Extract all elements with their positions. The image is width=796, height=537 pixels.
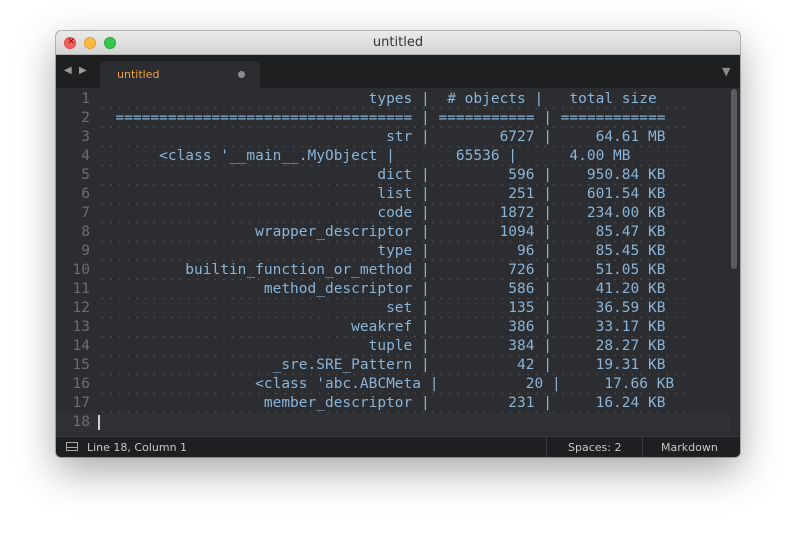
- code-line[interactable]: 12 set | 135 | 36.59 KB: [56, 299, 730, 318]
- tab-untitled[interactable]: untitled: [100, 61, 260, 88]
- line-number: 14: [72, 338, 90, 354]
- code-line[interactable]: 5 dict | 596 | 950.84 KB: [56, 166, 730, 185]
- line-number: 9: [81, 243, 90, 259]
- code-line[interactable]: 7 code | 1872 | 234.00 KB: [56, 204, 730, 223]
- line-number: 11: [72, 281, 90, 297]
- code-line[interactable]: 3 str | 6727 | 64.61 MB: [56, 128, 730, 147]
- line-number: 3: [81, 129, 90, 145]
- status-divider: [642, 437, 643, 457]
- line-text: code | 1872 | 234.00 KB: [98, 205, 666, 221]
- line-text: ================================== | ===…: [98, 110, 666, 126]
- line-number: 13: [72, 319, 90, 335]
- line-number: 17: [72, 395, 90, 411]
- line-text: member_descriptor | 231 | 16.24 KB: [98, 395, 666, 411]
- panel-toggle-icon[interactable]: [66, 442, 78, 451]
- window-title: untitled: [372, 35, 424, 50]
- code-line[interactable]: 11 method_descriptor | 586 | 41.20 KB: [56, 280, 730, 299]
- code-line[interactable]: 2 ================================== | =…: [56, 109, 730, 128]
- code-line[interactable]: 14 tuple | 384 | 28.27 KB: [56, 337, 730, 356]
- line-text: builtin_function_or_method | 726 | 51.05…: [98, 262, 666, 278]
- tab-bar: ◀ ▶ untitled ▼: [56, 55, 740, 88]
- line-text: set | 135 | 36.59 KB: [98, 300, 666, 316]
- line-text: weakref | 386 | 33.17 KB: [98, 319, 666, 335]
- code-line[interactable]: 17 member_descriptor | 231 | 16.24 KB: [56, 394, 730, 413]
- code-line[interactable]: 9 type | 96 | 85.45 KB: [56, 242, 730, 261]
- code-line[interactable]: 16 <class 'abc.ABCMeta | 20 | 17.66 KB: [56, 375, 730, 394]
- nav-forward-icon[interactable]: ▶: [79, 65, 87, 76]
- tab-label: untitled: [117, 68, 160, 81]
- line-text: dict | 596 | 950.84 KB: [98, 167, 666, 183]
- code-line[interactable]: 10 builtin_function_or_method | 726 | 51…: [56, 261, 730, 280]
- line-number: 6: [81, 186, 90, 202]
- editor-area[interactable]: 1 types | # objects | total size 2 ======…: [56, 88, 740, 436]
- line-number: 8: [81, 224, 90, 240]
- line-number: 5: [81, 167, 90, 183]
- line-number: 15: [72, 357, 90, 373]
- line-number: 16: [72, 376, 90, 392]
- code-line[interactable]: 15 _sre.SRE_Pattern | 42 | 19.31 KB: [56, 356, 730, 375]
- line-text: wrapper_descriptor | 1094 | 85.47 KB: [98, 224, 666, 240]
- line-text: <class '__main__.MyObject | 65536 | 4.00…: [98, 148, 631, 164]
- line-text: _sre.SRE_Pattern | 42 | 19.31 KB: [98, 357, 666, 373]
- status-divider: [546, 437, 547, 457]
- code-line[interactable]: 13 weakref | 386 | 33.17 KB: [56, 318, 730, 337]
- line-text: method_descriptor | 586 | 41.20 KB: [98, 281, 666, 297]
- code-line[interactable]: 1 types | # objects | total size: [56, 90, 730, 109]
- cursor-position[interactable]: Line 18, Column 1: [87, 441, 187, 454]
- indentation-setting[interactable]: Spaces: 2: [568, 441, 621, 454]
- unsaved-dot-icon[interactable]: [238, 71, 245, 78]
- line-text: types | # objects | total size: [98, 91, 657, 107]
- tab-list-dropdown-icon[interactable]: ▼: [722, 65, 730, 78]
- editor-window: × untitled ◀ ▶ untitled ▼ 1 types | # ob…: [56, 31, 740, 457]
- line-number: 7: [81, 205, 90, 221]
- line-text: tuple | 384 | 28.27 KB: [98, 338, 666, 354]
- line-text: str | 6727 | 64.61 MB: [98, 129, 666, 145]
- syntax-selector[interactable]: Markdown: [661, 441, 718, 454]
- line-number: 2: [81, 110, 90, 126]
- code-line[interactable]: 6 list | 251 | 601.54 KB: [56, 185, 730, 204]
- code-line[interactable]: 4 <class '__main__.MyObject | 65536 | 4.…: [56, 147, 730, 166]
- line-number: 18: [72, 414, 90, 430]
- code-line[interactable]: 18: [56, 413, 730, 432]
- line-number: 10: [72, 262, 90, 278]
- line-number: 12: [72, 300, 90, 316]
- line-number: 4: [81, 148, 90, 164]
- text-cursor: [98, 415, 100, 430]
- line-text: list | 251 | 601.54 KB: [98, 186, 666, 202]
- vertical-scrollbar[interactable]: [731, 89, 737, 269]
- code-line[interactable]: 8 wrapper_descriptor | 1094 | 85.47 KB: [56, 223, 730, 242]
- title-bar: × untitled: [56, 31, 740, 55]
- status-bar: Line 18, Column 1 Spaces: 2 Markdown: [56, 436, 740, 457]
- line-text: type | 96 | 85.45 KB: [98, 243, 666, 259]
- nav-back-icon[interactable]: ◀: [64, 65, 72, 76]
- line-text: <class 'abc.ABCMeta | 20 | 17.66 KB: [98, 376, 675, 392]
- line-number: 1: [81, 91, 90, 107]
